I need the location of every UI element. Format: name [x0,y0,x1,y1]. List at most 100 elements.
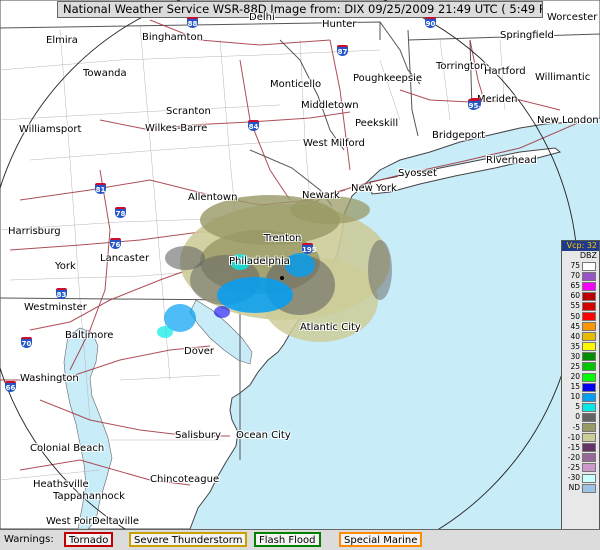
city-label-allentown: Allentown [188,192,238,203]
city-label-ocean-city: Ocean City [236,430,291,441]
legend-swatch [582,291,596,301]
legend-value: 50 [570,311,580,321]
legend-entry: 75 [562,261,599,271]
warning-severe-thunderstorm-button[interactable]: Severe Thunderstorm [129,532,248,547]
legend-entry: 60 [562,291,599,301]
city-label-torrington: Torrington [436,61,487,72]
city-label-syosset: Syosset [398,168,437,179]
highway-shield-i195: 195 [302,243,317,254]
legend-value: -25 [567,462,580,472]
highway-shield-i81: 81 [95,183,106,194]
legend-entry: 0 [562,412,599,422]
city-label-trenton: Trenton [264,233,302,244]
city-label-hartford: Hartford [484,66,526,77]
legend-swatch [582,261,596,271]
city-label-poughkeepsie: Poughkeepsie [353,73,423,84]
legend-swatch [582,483,596,493]
highway-shield-i84: 84 [248,120,259,131]
legend-swatch [582,412,596,422]
legend-swatch [582,322,596,332]
highway-shield-i76: 76 [110,238,121,249]
warning-special-marine-button[interactable]: Special Marine [339,532,423,547]
legend-swatch [582,281,596,291]
legend-swatch [582,402,596,412]
legend-entry: 50 [562,311,599,322]
legend-swatch [582,473,596,483]
highway-shield-i70: 70 [21,337,32,348]
legend-value: 65 [570,281,580,291]
legend-entry: -10 [562,433,599,443]
city-label-harrisburg: Harrisburg [8,226,61,237]
city-label-new-london: New London [537,115,599,126]
legend-value: 55 [570,301,580,311]
legend-value: -5 [572,422,580,432]
legend-entry: ND [562,483,599,493]
legend-value: 40 [570,331,580,341]
legend-swatch [582,332,596,342]
city-label-bridgeport: Bridgeport [432,130,486,141]
highway-shield-i83: 83 [56,288,67,299]
legend-vcp: Vcp: 32 [562,241,599,251]
legend-swatch [582,342,596,352]
highway-shield-i78: 78 [115,207,126,218]
legend-value: 30 [570,351,580,361]
image-title: National Weather Service WSR-88D Image f… [57,1,543,18]
city-label-washington: Washington [20,373,79,384]
legend-value: 10 [570,392,580,402]
city-label-baltimore: Baltimore [65,330,114,341]
legend-swatch [582,301,596,311]
city-label-philadelphia: Philadelphia [229,256,290,267]
city-label-meriden: Meriden [477,94,518,105]
legend-entry: -20 [562,453,599,463]
legend-swatch [582,352,596,362]
warning-flash-flood-button[interactable]: Flash Flood [254,532,321,547]
legend-value: 60 [570,291,580,301]
legend-swatch [582,362,596,372]
legend-value: -20 [567,452,580,462]
legend-value: 15 [570,382,580,392]
legend-value: -30 [567,473,580,483]
city-label-york: York [55,261,76,272]
legend-entry: -25 [562,463,599,473]
warning-tornado-button[interactable]: Tornado [64,532,114,547]
reflectivity-legend: Vcp: 32 DBZ 75 70 65 60 55 50 45 40 35 30 25 20 15 10… [561,240,600,542]
legend-entry: 30 [562,352,599,362]
legend-swatch [582,372,596,382]
city-label-worcester: Worcester [547,12,598,23]
city-label-newark: Newark [302,190,340,201]
city-label-dover: Dover [184,346,214,357]
legend-swatch [582,443,596,453]
highway-shield-i87: 87 [337,45,348,56]
highway-shield-i95-ct: 95 [468,99,479,110]
city-label-atlantic-city: Atlantic City [300,322,361,333]
legend-value: 0 [575,412,580,422]
city-label-deltaville: Deltaville [92,516,140,527]
warnings-label: Warnings: [4,534,54,545]
legend-value: -15 [567,442,580,452]
legend-entry: 35 [562,342,599,352]
legend-value: 75 [570,261,580,271]
legend-entry: 20 [562,372,599,382]
city-label-hunter: Hunter [322,19,357,30]
legend-unit: DBZ [579,251,597,260]
legend-value: 45 [570,321,580,331]
legend-value: ND [568,483,580,493]
legend-swatch [582,271,596,281]
city-label-west-point: West Point [46,516,99,527]
city-label-williamsport: Williamsport [19,124,82,135]
highway-shield-i90: 90 [425,17,436,28]
legend-entry: -30 [562,473,599,483]
legend-value: 70 [570,271,580,281]
city-label-colonial-beach: Colonial Beach [30,443,105,454]
legend-swatch [582,463,596,473]
city-label-binghamton: Binghamton [142,32,203,43]
legend-entry: 65 [562,281,599,291]
legend-swatch [582,382,596,392]
city-label-chincoteague: Chincoteague [150,474,220,485]
legend-entry: 45 [562,322,599,332]
city-label-heathsville: Heathsville [33,479,89,490]
city-label-tappahannock: Tappahannock [53,491,125,502]
city-label-springfield: Springfield [500,30,554,41]
highway-shield-i88: 88 [187,17,198,28]
legend-swatch [582,433,596,443]
